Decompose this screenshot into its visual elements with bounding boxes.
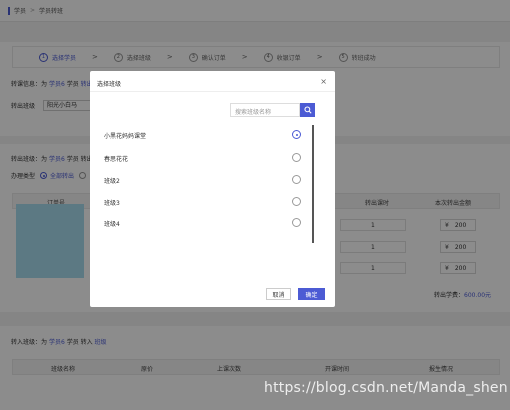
- radio-icon[interactable]: [292, 218, 301, 227]
- class-search-input[interactable]: 搜索班级名称: [230, 103, 300, 117]
- modal-divider: [90, 91, 335, 92]
- modal-title: 选择班级: [97, 81, 122, 88]
- radio-selected-icon[interactable]: [292, 130, 301, 139]
- class-option[interactable]: 班级3: [104, 196, 304, 208]
- class-option[interactable]: 班级2: [104, 174, 304, 186]
- class-option[interactable]: 春思花花: [104, 152, 304, 164]
- confirm-button[interactable]: 确定: [298, 288, 325, 300]
- select-class-modal: 选择班级 × 搜索班级名称 小黑花妈妈课堂 春思花花 班级2 班级3 班级4 取…: [90, 71, 335, 307]
- watermark: https://blog.csdn.net/Manda_shen: [264, 380, 508, 396]
- radio-icon[interactable]: [292, 153, 301, 162]
- class-option[interactable]: 班级4: [104, 217, 304, 229]
- search-button[interactable]: [300, 103, 315, 117]
- list-scrollbar[interactable]: [312, 125, 314, 243]
- search-icon: [303, 106, 312, 114]
- radio-icon[interactable]: [292, 175, 301, 184]
- radio-icon[interactable]: [292, 197, 301, 206]
- class-option[interactable]: 小黑花妈妈课堂: [104, 129, 304, 141]
- close-icon[interactable]: ×: [320, 77, 327, 86]
- cancel-button[interactable]: 取消: [266, 288, 291, 300]
